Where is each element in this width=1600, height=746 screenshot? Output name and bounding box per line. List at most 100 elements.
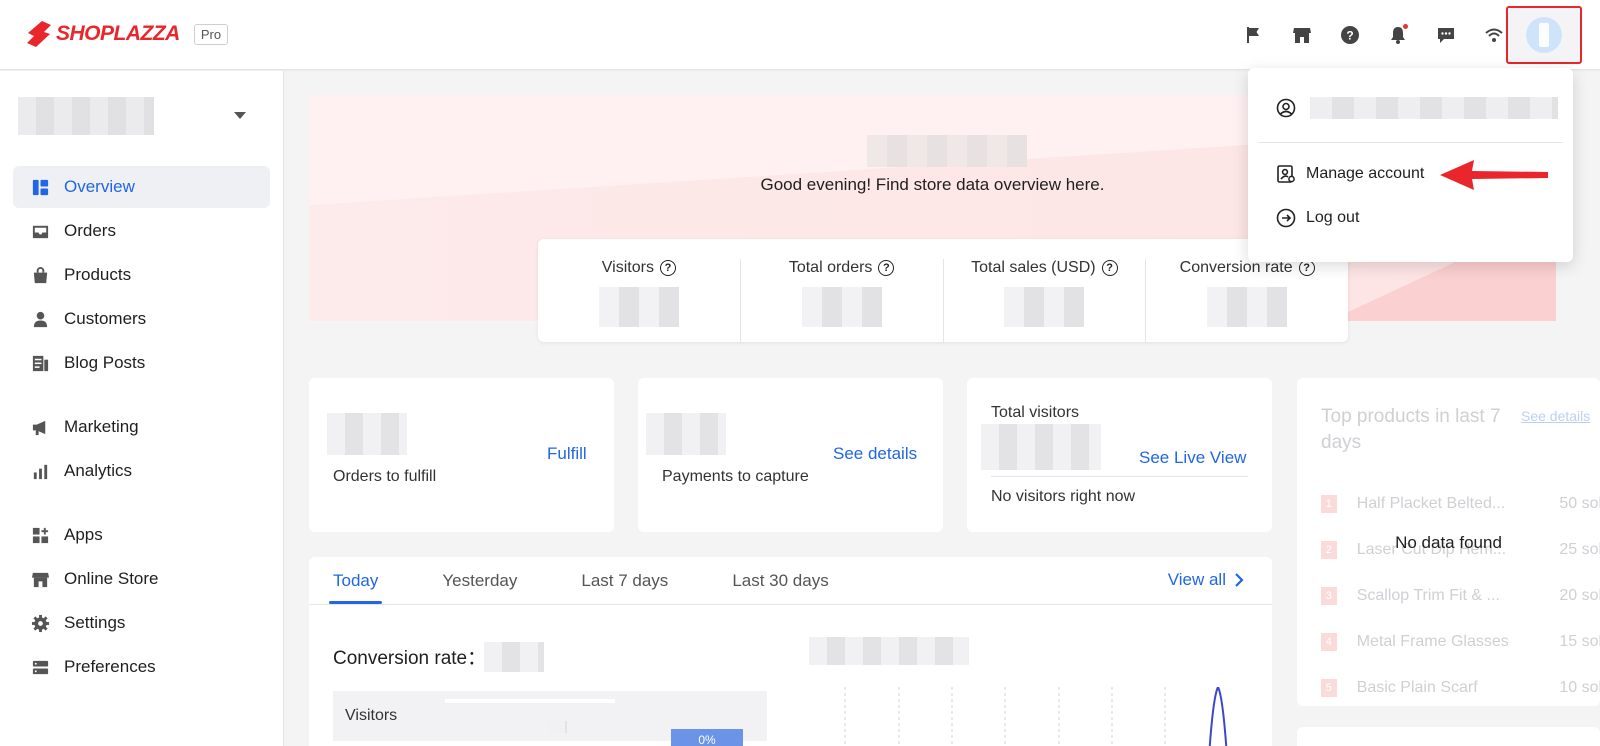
tab-last-7-days[interactable]: Last 7 days	[581, 557, 668, 604]
shoplazza-logo[interactable]: SHOPLAZZA Pro	[26, 20, 229, 48]
see-details-link[interactable]: See details	[833, 444, 917, 464]
funnel-bar-track	[445, 699, 615, 703]
empty-state-text: No data found	[1395, 533, 1502, 552]
chevron-right-icon	[1235, 573, 1244, 587]
stat-total-orders: Total orders?	[739, 259, 943, 342]
account-email-redacted	[1310, 97, 1558, 119]
help-icon[interactable]: ?	[1101, 260, 1118, 276]
account-user-row	[1276, 97, 1558, 119]
avatar	[1526, 17, 1562, 53]
help-icon[interactable]: ?	[1298, 260, 1315, 276]
top-products-card: Top products in last 7 days See details …	[1297, 378, 1600, 706]
top-products-title: Top products in last 7 days	[1321, 406, 1501, 453]
funnel-visitors-label: Visitors	[345, 707, 398, 724]
help-icon[interactable]: ?	[878, 260, 895, 276]
avatar-initial	[1539, 23, 1549, 47]
payments-to-capture-card: Payments to capture See details	[638, 378, 943, 532]
logo-text: SHOPLAZZA	[56, 22, 180, 45]
count-redacted	[327, 413, 407, 455]
card-title: Total visitors	[991, 404, 1080, 421]
plan-badge: Pro	[193, 23, 229, 45]
tab-last-30-days[interactable]: Last 30 days	[732, 557, 828, 604]
store-name-redacted	[18, 97, 154, 135]
apps-icon	[32, 527, 49, 543]
sidebar-item-preferences[interactable]: Preferences	[13, 646, 270, 688]
sidebar-item-blog-posts[interactable]: Blog Posts	[13, 342, 270, 384]
blog-icon	[32, 355, 49, 371]
help-icon[interactable]: ?	[1326, 0, 1374, 70]
store-switcher[interactable]	[18, 95, 258, 137]
sidebar-item-orders[interactable]: Orders	[13, 210, 270, 252]
tab-today[interactable]: Today	[328, 557, 383, 604]
analytics-panel: Today Yesterday Last 7 days Last 30 days…	[309, 557, 1272, 746]
conversion-rate-title: Conversion rate：	[333, 648, 487, 669]
view-all-link[interactable]: View all	[1168, 570, 1244, 590]
log-out-icon	[1276, 208, 1296, 228]
help-icon[interactable]: ?	[659, 260, 676, 276]
top-products-see-details-link[interactable]: See details	[1521, 408, 1590, 424]
rank-badge: 5	[1321, 679, 1337, 697]
stat-label: Total sales (USD)?	[971, 259, 1118, 277]
sidebar-item-label: Marketing	[64, 417, 139, 436]
sidebar-item-settings[interactable]: Settings	[13, 602, 270, 644]
chart-title-redacted	[809, 637, 969, 665]
sidebar-item-label: Overview	[64, 177, 135, 196]
product-name: Scallop Trim Fit & ...	[1356, 587, 1500, 604]
product-sold: 10 sold	[1559, 679, 1600, 696]
product-name: Basic Plain Scarf	[1356, 679, 1478, 696]
menu-divider	[1258, 142, 1563, 143]
product-sold: 50 sold	[1559, 495, 1600, 512]
total-visitors-card: Total visitors See Live View No visitors…	[967, 378, 1272, 532]
sidebar-item-analytics[interactable]: Analytics	[13, 450, 270, 492]
funnel-visitors-row: Visitors 0%	[333, 691, 767, 746]
sidebar-item-online-store[interactable]: Online Store	[13, 558, 270, 600]
store-icon[interactable]	[1278, 0, 1326, 70]
sidebar-item-products[interactable]: Products	[13, 254, 270, 296]
sidebar-item-marketing[interactable]: Marketing	[13, 406, 270, 448]
sidebar-item-customers[interactable]: Customers	[13, 298, 270, 340]
top-bar: SHOPLAZZA Pro ?	[0, 0, 1600, 70]
stat-visitors: Visitors?	[538, 259, 740, 342]
log-out-item[interactable]: Log out	[1276, 208, 1359, 228]
visitors-status: No visitors right now	[991, 488, 1136, 505]
list-item: 5 Basic Plain Scarf 10 sold	[1321, 676, 1600, 700]
person-icon	[33, 311, 48, 327]
user-circle-icon	[1276, 98, 1296, 118]
stat-value-redacted	[1207, 287, 1288, 327]
manage-account-item[interactable]: Manage account	[1276, 164, 1424, 184]
funnel-percent-bar: 0%	[671, 729, 743, 746]
annotation-arrow-icon	[1440, 160, 1548, 190]
see-live-view-link[interactable]: See Live View	[1139, 448, 1246, 468]
flag-icon[interactable]	[1230, 0, 1278, 70]
chat-icon[interactable]	[1422, 0, 1470, 70]
bell-icon[interactable]	[1374, 0, 1422, 70]
stats-summary: Visitors? Total orders? Total sales (USD…	[538, 239, 1348, 342]
chevron-down-icon	[234, 112, 246, 119]
sidebar-item-label: Settings	[64, 613, 126, 632]
list-item: 4 Metal Frame Glasses 15 sold	[1321, 630, 1600, 654]
gear-icon	[31, 614, 50, 632]
rank-badge: 3	[1321, 587, 1337, 605]
product-sold: 20 sold	[1559, 587, 1600, 604]
stat-value-redacted	[1004, 287, 1085, 327]
count-redacted	[646, 413, 726, 455]
store-owner-name-redacted	[867, 135, 1027, 167]
sidebar-item-overview[interactable]: Overview	[13, 166, 270, 208]
sidebar-item-label: Products	[64, 265, 132, 284]
log-out-label: Log out	[1306, 209, 1360, 226]
sidebar-item-apps[interactable]: Apps	[13, 514, 270, 556]
tab-yesterday[interactable]: Yesterday	[442, 557, 517, 604]
view-all-label: View all	[1167, 570, 1226, 589]
fulfill-link[interactable]: Fulfill	[547, 444, 587, 464]
account-avatar-button[interactable]	[1506, 6, 1582, 64]
sidebar-item-label: Preferences	[64, 657, 156, 676]
sidebar-item-label: Customers	[64, 309, 147, 328]
top-icons: ?	[1230, 0, 1518, 70]
overview-icon	[32, 179, 49, 195]
card-subtitle: Orders to fulfill	[333, 468, 437, 485]
card-subtitle: Payments to capture	[662, 468, 809, 485]
sidebar-item-label: Online Store	[64, 569, 159, 588]
secondary-card	[1297, 727, 1600, 746]
notification-dot	[1403, 24, 1408, 29]
rank-badge: 1	[1321, 495, 1337, 513]
